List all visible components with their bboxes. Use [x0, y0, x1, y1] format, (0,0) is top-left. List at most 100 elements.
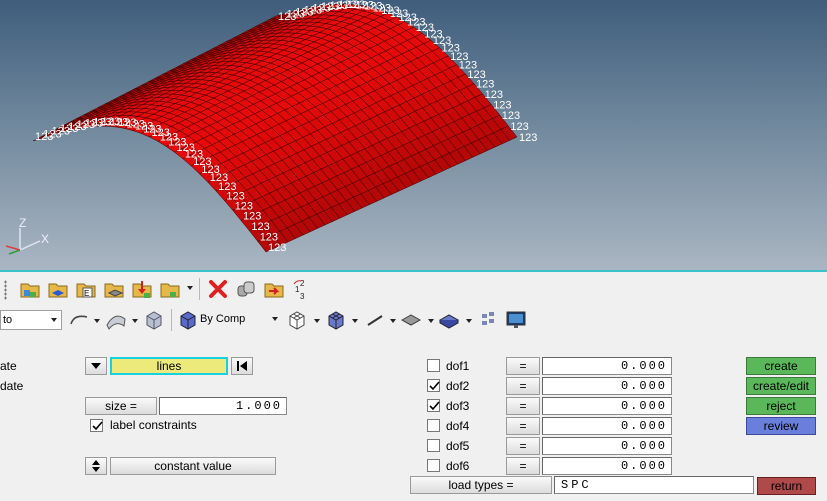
auto-select-combo[interactable]: to — [0, 310, 62, 330]
surface-shading-dropdown-icon[interactable] — [466, 319, 472, 323]
entity-type-toggle[interactable] — [85, 357, 107, 375]
entity-selector-lines[interactable]: lines — [110, 357, 228, 375]
standard-toolbar: E 213 — [0, 272, 827, 306]
surface-dropdown-icon[interactable] — [132, 319, 138, 323]
label-constraints-checkbox[interactable] — [90, 419, 103, 432]
materials-icon[interactable]: E — [75, 278, 97, 300]
size-field[interactable]: 1.000 — [159, 397, 287, 415]
dof-label: dof5 — [446, 439, 470, 453]
auto-select-value: to — [3, 314, 13, 326]
dof-label: dof1 — [446, 359, 470, 373]
dof-equals-button[interactable]: = — [506, 437, 540, 455]
dof-checkbox[interactable] — [427, 459, 440, 472]
dof-checkbox[interactable] — [427, 379, 440, 392]
line-style-dropdown-icon[interactable] — [390, 319, 396, 323]
delete-icon[interactable] — [207, 278, 229, 300]
toolbar-grip[interactable] — [4, 280, 7, 300]
constraints-panel: ate date lines size = 1.000 label constr… — [0, 336, 827, 501]
create-edit-button[interactable]: create/edit — [746, 377, 816, 395]
dof-label: dof4 — [446, 419, 470, 433]
curve-icon[interactable] — [68, 309, 90, 331]
shaded-dropdown-icon[interactable] — [352, 319, 358, 323]
constraint-label: 123 — [268, 242, 286, 254]
dof-label: dof6 — [446, 459, 470, 473]
dof-label: dof2 — [446, 379, 470, 393]
display-icon[interactable] — [505, 309, 527, 331]
color-mode-combo[interactable]: By Comp — [198, 310, 282, 330]
sets-icon[interactable] — [159, 278, 181, 300]
surface-shading-icon[interactable] — [438, 309, 460, 331]
toolbar-separator — [171, 309, 172, 331]
reset-selection-button[interactable] — [231, 357, 253, 375]
return-button[interactable]: return — [757, 477, 816, 495]
visualization-options-icon[interactable] — [478, 309, 500, 331]
components-icon[interactable] — [19, 278, 41, 300]
size-button[interactable]: size = — [85, 397, 157, 415]
dof-value-field[interactable]: 0.000 — [542, 457, 672, 475]
skip-back-icon — [237, 361, 247, 371]
dof-equals-button[interactable]: = — [506, 377, 540, 395]
load-collectors-icon[interactable] — [131, 278, 153, 300]
shaded-elements-icon[interactable] — [325, 309, 347, 331]
axis-triad-icon — [5, 228, 41, 255]
load-type-field[interactable]: SPC — [554, 476, 754, 494]
svg-text:3: 3 — [300, 292, 305, 300]
dof-value-field[interactable]: 0.000 — [542, 357, 672, 375]
load-types-button[interactable]: load types = — [410, 476, 552, 494]
plane-dropdown-icon[interactable] — [428, 319, 434, 323]
toolbar-separator — [199, 278, 200, 300]
dof-value-field[interactable]: 0.000 — [542, 417, 672, 435]
dof-equals-button[interactable]: = — [506, 397, 540, 415]
up-down-arrows-icon — [92, 460, 100, 472]
solid-icon[interactable] — [143, 309, 165, 331]
organize-icon[interactable] — [235, 278, 257, 300]
line-style-icon[interactable] — [364, 309, 386, 331]
assemblies-icon[interactable] — [47, 278, 69, 300]
svg-text:2: 2 — [300, 279, 305, 288]
dof-equals-button[interactable]: = — [506, 417, 540, 435]
dof-value-field[interactable]: 0.000 — [542, 397, 672, 415]
dof-equals-button[interactable]: = — [506, 457, 540, 475]
component-color-icon[interactable] — [177, 309, 199, 331]
wireframe-dropdown-icon[interactable] — [314, 319, 320, 323]
curve-dropdown-icon[interactable] — [94, 319, 100, 323]
create-button[interactable]: create — [746, 357, 816, 375]
triangle-down-icon — [91, 363, 101, 369]
dof-checkbox[interactable] — [427, 399, 440, 412]
constant-value-button[interactable]: constant value — [110, 457, 276, 475]
dof-checkbox[interactable] — [427, 419, 440, 432]
axis-z-label: Z — [19, 216, 27, 230]
renumber-icon[interactable]: 213 — [291, 278, 313, 301]
wireframe-icon[interactable] — [286, 309, 308, 331]
axis-x-label: X — [41, 232, 50, 246]
reject-button[interactable]: reject — [746, 397, 816, 415]
properties-icon[interactable] — [103, 278, 125, 300]
color-mode-value: By Comp — [200, 313, 246, 325]
constraint-label: 123 — [519, 132, 537, 144]
surface-icon[interactable] — [105, 309, 127, 331]
review-button[interactable]: review — [746, 417, 816, 435]
svg-text:E: E — [84, 289, 89, 298]
plane-icon[interactable] — [400, 309, 422, 331]
dof-label: dof3 — [446, 399, 470, 413]
sets-dropdown-icon[interactable] — [187, 286, 193, 290]
axis-triad: Z X — [0, 216, 60, 260]
checkmark-icon — [429, 401, 440, 411]
label-constraints-label: label constraints — [110, 418, 197, 432]
subpanel-create-label[interactable]: ate — [0, 358, 17, 374]
subpanel-update-label[interactable]: date — [0, 378, 23, 394]
value-mode-toggle[interactable] — [85, 457, 107, 475]
move-icon[interactable] — [263, 278, 285, 300]
checkmark-icon — [92, 421, 103, 431]
dof-checkbox[interactable] — [427, 439, 440, 452]
dof-equals-button[interactable]: = — [506, 357, 540, 375]
dof-value-field[interactable]: 0.000 — [542, 437, 672, 455]
dof-value-field[interactable]: 0.000 — [542, 377, 672, 395]
checkmark-icon — [429, 381, 440, 391]
visualization-toolbar: to By Comp — [0, 306, 827, 336]
shell-mesh-model[interactable]: 1231231231231231231231231231231231231231… — [0, 0, 827, 270]
dof-checkbox[interactable] — [427, 359, 440, 372]
chevron-down-icon[interactable] — [268, 310, 282, 328]
graphics-viewport[interactable]: 123 123 123 123 123 123 123 123 123 123 123 123 123 1… — [0, 0, 827, 270]
chevron-down-icon[interactable] — [47, 311, 61, 329]
